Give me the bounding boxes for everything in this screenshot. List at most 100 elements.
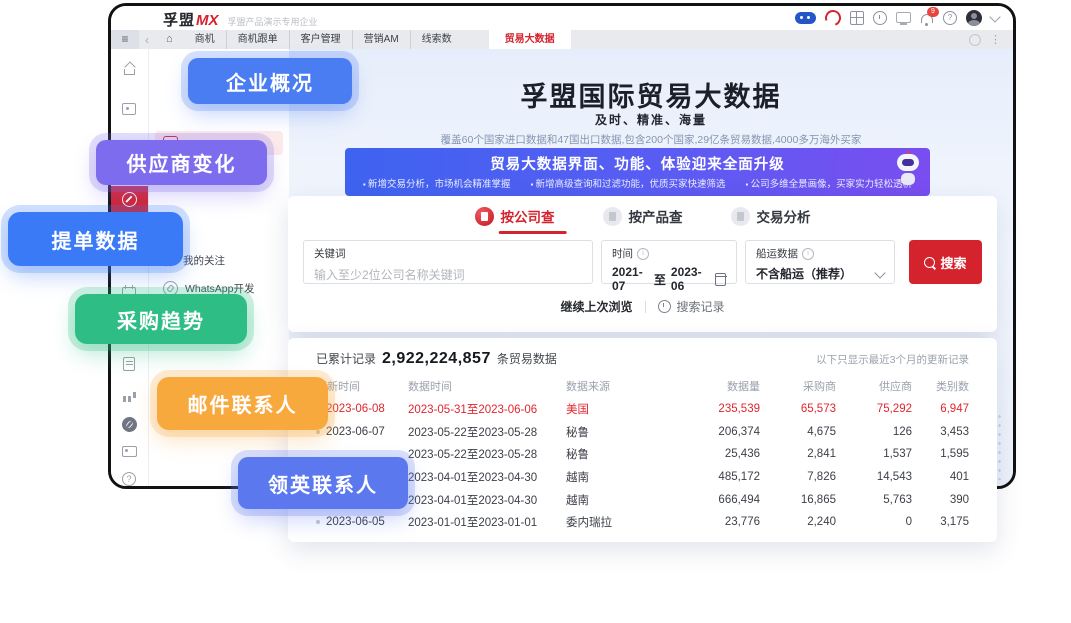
time-to: 2023-06 — [671, 265, 708, 293]
cell-source: 秘鲁 — [566, 424, 678, 440]
time-label-row: 时间 — [612, 246, 726, 261]
column-header: 数据量 — [678, 378, 760, 394]
chevron-down-icon — [874, 267, 885, 278]
cell-volume: 235,539 — [678, 403, 760, 415]
cell-volume: 25,436 — [678, 448, 760, 460]
row-dot — [316, 430, 320, 434]
time-range-field[interactable]: 时间 2021-07 至 2023-06 — [601, 240, 737, 284]
tab-shangji[interactable]: 商机 — [184, 30, 226, 49]
info-icon — [637, 248, 649, 260]
ai-assistant-icon[interactable] — [795, 12, 816, 24]
column-header: 采购商 — [760, 378, 836, 394]
search-tab-2[interactable]: 交易分析 — [731, 206, 811, 234]
menu-toggle-icon[interactable]: ≡ — [111, 30, 139, 49]
keyword-label: 关键词 — [314, 246, 582, 261]
tab-kehu-guanli[interactable]: 客户管理 — [289, 30, 352, 49]
app-logo: 孚盟 MX 孚盟产品演示专用企业 — [163, 9, 318, 30]
cell-period: 2023-04-01至2023-04-30 — [408, 492, 566, 508]
back-arrow-icon[interactable]: ‹ — [139, 33, 155, 47]
cell-categories: 6,947 — [912, 403, 969, 415]
calendar-picker-icon[interactable] — [715, 273, 726, 286]
cell-source: 越南 — [566, 469, 678, 485]
stats-row: 已累计记录 2,922,224,857 条贸易数据 以下只显示最近3个月的更新记… — [316, 350, 969, 368]
robot-body — [901, 173, 915, 185]
cell-period: 2023-05-31至2023-06-06 — [408, 401, 566, 417]
more-options-icon[interactable]: ⋮ — [990, 33, 1001, 46]
search-button[interactable]: 搜索 — [909, 240, 982, 284]
monitor-icon[interactable] — [896, 12, 911, 23]
cell-period: 2023-05-22至2023-05-28 — [408, 446, 566, 462]
cell-source: 委内瑞拉 — [566, 514, 678, 530]
sidebar-item-2[interactable] — [155, 189, 283, 213]
topbar: 孚盟 MX 孚盟产品演示专用企业 9 — [111, 6, 1013, 30]
tab-yingxiao-am[interactable]: 营销AM — [352, 30, 410, 49]
column-header: 更新时间 — [316, 378, 408, 394]
cell-categories: 3,453 — [912, 426, 969, 438]
home-icon — [166, 30, 173, 49]
tab-search-icon[interactable] — [969, 34, 981, 46]
help-circle-icon[interactable] — [122, 472, 137, 487]
search-tab-icon — [731, 207, 750, 226]
whatsapp-icon[interactable] — [122, 417, 137, 432]
compass-glyph — [122, 192, 137, 207]
data-table-panel: 已累计记录 2,922,224,857 条贸易数据 以下只显示最近3个月的更新记… — [288, 338, 997, 542]
gallery-icon[interactable] — [122, 102, 137, 117]
shipping-label-row: 船运数据 — [756, 246, 884, 261]
home-icon[interactable] — [122, 62, 137, 77]
keyword-field[interactable]: 关键词 输入至少2位公司名称关键词 — [303, 240, 593, 284]
table-row[interactable]: 2023-06-052023-01-01至2023-01-01委内瑞拉23,77… — [288, 511, 941, 534]
org-label: 孚盟产品演示专用企业 — [228, 15, 318, 28]
page: { "topbar": { "logo_primary": "孚盟", "log… — [0, 0, 1071, 623]
search-history-link[interactable]: 搜索记录 — [677, 298, 725, 315]
search-tab-icon — [603, 207, 622, 226]
stats-suffix: 条贸易数据 — [497, 350, 557, 367]
callout-4: 邮件联系人 — [157, 377, 328, 430]
search-tab-1[interactable]: 按产品查 — [603, 206, 683, 234]
time-separator: 至 — [654, 271, 666, 288]
magnifier-icon — [924, 257, 935, 268]
user-avatar[interactable] — [966, 10, 982, 26]
notification-bell-icon[interactable]: 9 — [920, 11, 934, 25]
history-icon[interactable] — [873, 11, 887, 25]
search-tab-0[interactable]: 按公司查 — [475, 206, 555, 234]
left-icon-rail — [111, 49, 149, 489]
tab-strip-actions: ⋮ — [969, 33, 1013, 46]
time-label: 时间 — [612, 246, 633, 261]
tab-strip-tabs: 商机商机跟单客户管理营销AM线索数 贸易大数据 — [155, 30, 571, 49]
table-row[interactable]: 2023-06-082023-05-31至2023-06-06美国235,539… — [288, 398, 941, 421]
cell-source: 美国 — [566, 401, 678, 417]
cell-suppliers: 126 — [836, 426, 912, 438]
column-header: 数据来源 — [566, 378, 678, 394]
cell-buyers: 7,826 — [760, 471, 836, 483]
help-icon[interactable] — [943, 11, 957, 25]
document-icon[interactable] — [122, 357, 137, 372]
table-row[interactable]: 2023-06-072023-05-22至2023-05-28秘鲁206,374… — [288, 421, 941, 444]
search-button-label: 搜索 — [940, 253, 966, 272]
chart-icon[interactable] — [122, 388, 137, 403]
apps-grid-icon[interactable] — [850, 11, 864, 25]
chevron-down-icon[interactable] — [989, 11, 1000, 22]
trade-data-compass-icon[interactable] — [111, 186, 148, 212]
table-note: 以下只显示最近3个月的更新记录 — [816, 352, 969, 367]
cell-buyers: 16,865 — [760, 494, 836, 506]
banner-bullet: 新增交易分析，市场机会精准掌握 — [363, 176, 511, 190]
tab-home[interactable] — [155, 30, 184, 49]
customer-service-icon[interactable] — [822, 7, 843, 28]
logo-text-cn: 孚盟 — [163, 9, 195, 30]
cell-categories: 390 — [912, 494, 969, 506]
banner-bullet: 公司多维全景画像，买家实力轻松透析 — [746, 176, 913, 190]
banner-title: 贸易大数据界面、功能、体验迎来全面升级 — [345, 153, 930, 174]
robot-visor — [902, 159, 914, 166]
cell-categories: 3,175 — [912, 516, 969, 528]
tab-maoyi-dashuju[interactable]: 贸易大数据 — [489, 30, 571, 49]
continue-browsing-link[interactable]: 继续上次浏览 — [560, 298, 632, 315]
id-card-icon[interactable] — [122, 444, 137, 459]
shipping-data-select[interactable]: 船运数据 不含船运（推荐） — [745, 240, 895, 284]
tab-shangji-gendan[interactable]: 商机跟单 — [226, 30, 289, 49]
cell-buyers: 2,240 — [760, 516, 836, 528]
cell-suppliers: 0 — [836, 516, 912, 528]
promo-banner: 贸易大数据界面、功能、体验迎来全面升级 新增交易分析，市场机会精准掌握新增高级查… — [345, 148, 930, 196]
table-header: 更新时间数据时间数据来源数据量采购商供应商类别数 — [288, 378, 997, 394]
cell-period: 2023-05-22至2023-05-28 — [408, 424, 566, 440]
tab-xiansuo[interactable]: 线索数 — [410, 30, 463, 49]
